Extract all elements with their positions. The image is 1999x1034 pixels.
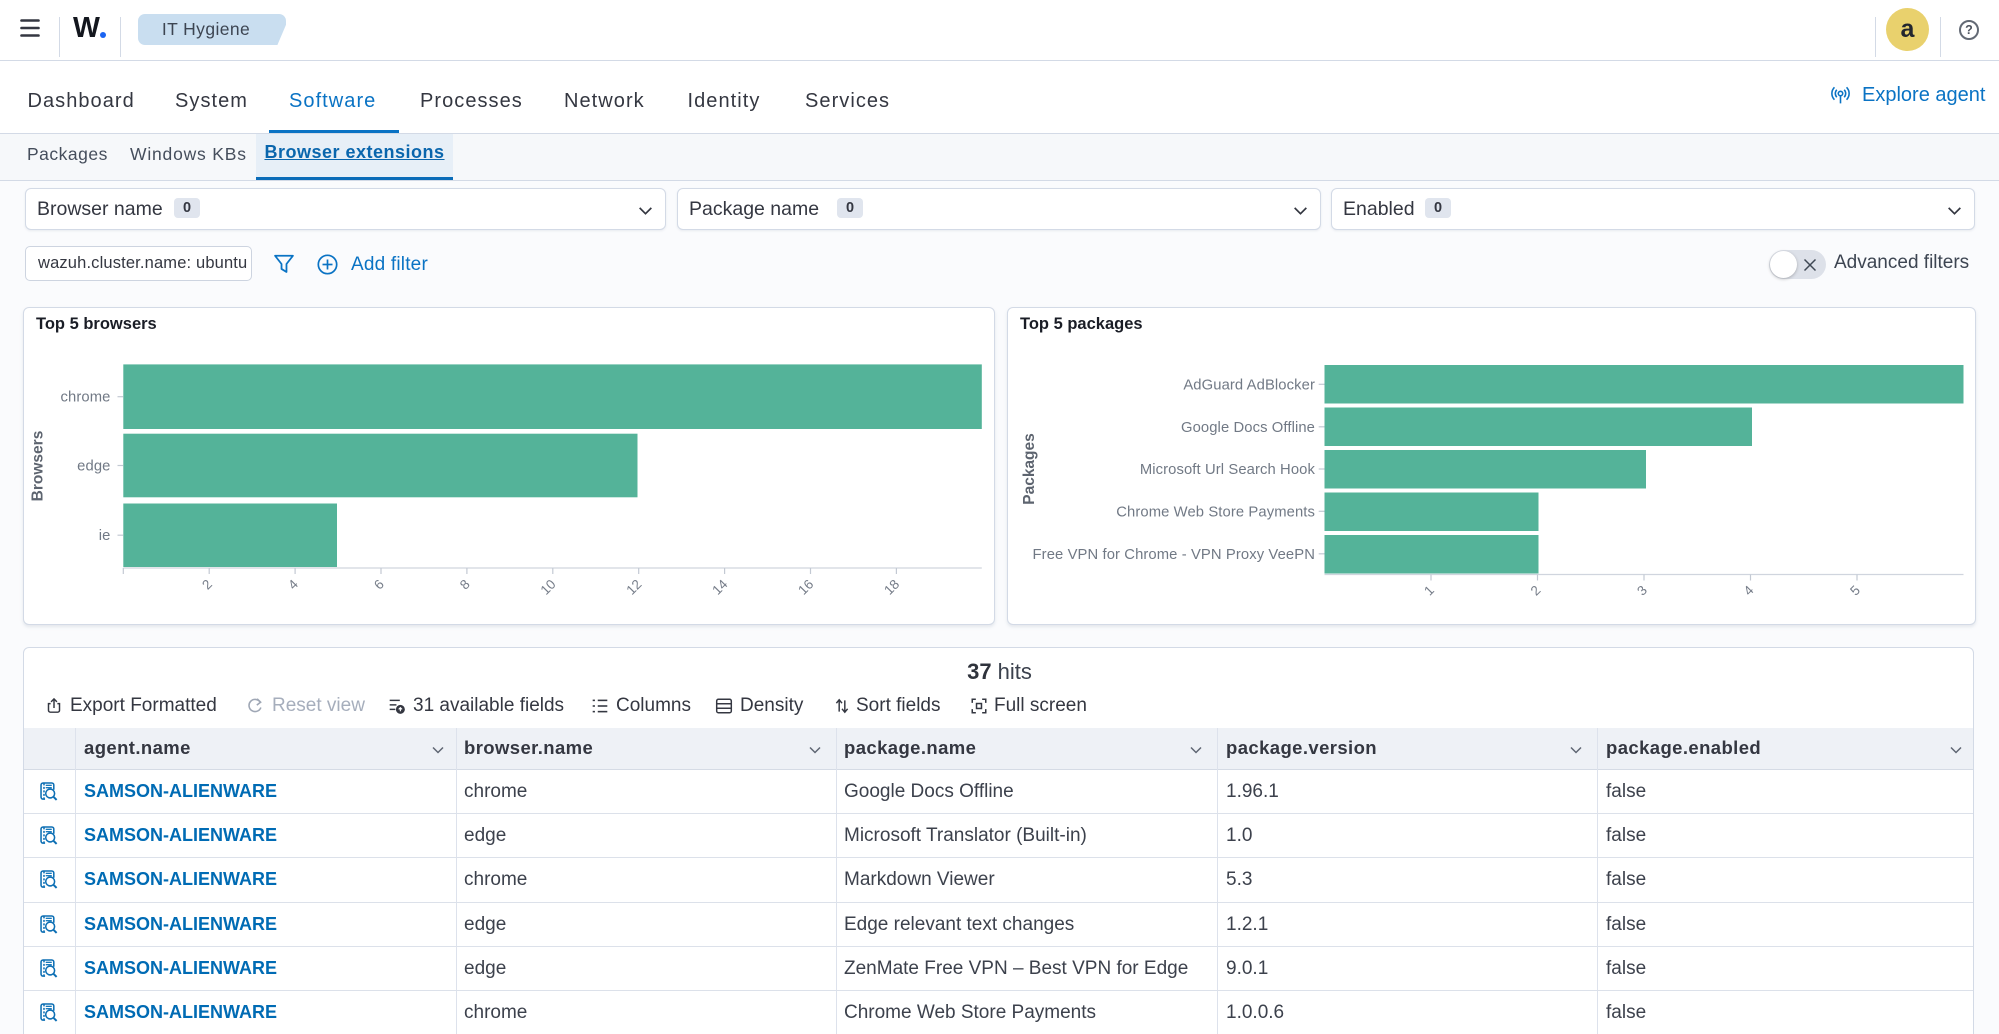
svg-text:10: 10: [537, 577, 558, 598]
svg-text:edge: edge: [77, 459, 110, 475]
svg-text:6: 6: [371, 577, 387, 593]
svg-text:Browsers: Browsers: [30, 431, 47, 502]
svg-text:Microsoft Url Search Hook: Microsoft Url Search Hook: [1140, 462, 1316, 478]
svg-text:2: 2: [199, 577, 215, 593]
svg-text:8: 8: [457, 577, 473, 593]
svg-text:AdGuard AdBlocker: AdGuard AdBlocker: [1183, 377, 1315, 393]
svg-text:2: 2: [1528, 583, 1544, 599]
svg-text:1: 1: [1421, 583, 1437, 599]
svg-text:Free VPN for Chrome - VPN Prox: Free VPN for Chrome - VPN Proxy VeePN: [1033, 547, 1315, 563]
svg-text:3: 3: [1634, 583, 1650, 599]
svg-text:16: 16: [795, 577, 816, 598]
svg-text:18: 18: [881, 577, 902, 598]
svg-text:14: 14: [709, 576, 731, 598]
svg-text:Chrome Web Store Payments: Chrome Web Store Payments: [1116, 504, 1315, 520]
svg-text:Packages: Packages: [1021, 433, 1038, 505]
svg-text:4: 4: [1741, 582, 1757, 598]
svg-text:5: 5: [1847, 583, 1863, 599]
svg-text:12: 12: [623, 577, 644, 598]
svg-text:chrome: chrome: [61, 390, 111, 406]
svg-text:Google Docs Offline: Google Docs Offline: [1181, 420, 1315, 436]
svg-text:4: 4: [285, 576, 301, 592]
svg-text:ie: ie: [99, 528, 111, 544]
